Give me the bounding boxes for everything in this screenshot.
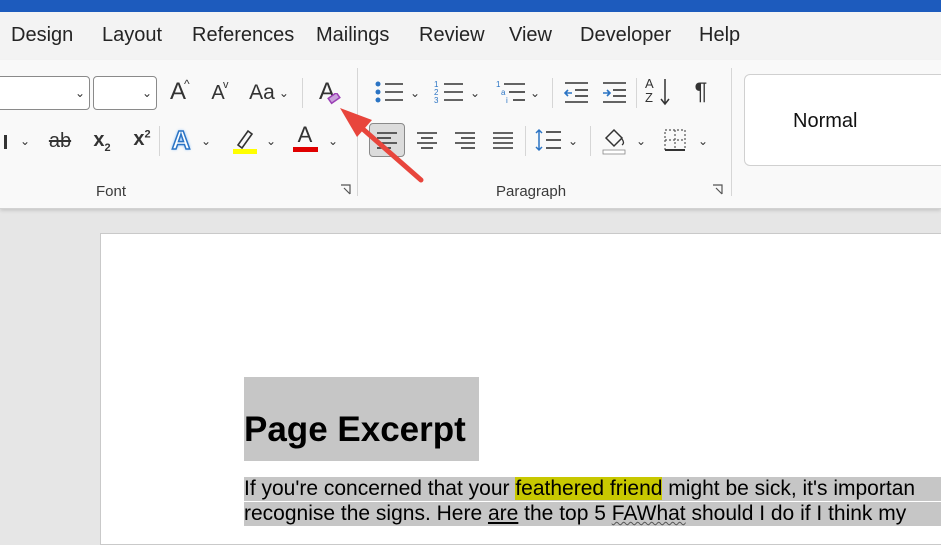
- annotation-arrow: [340, 108, 424, 183]
